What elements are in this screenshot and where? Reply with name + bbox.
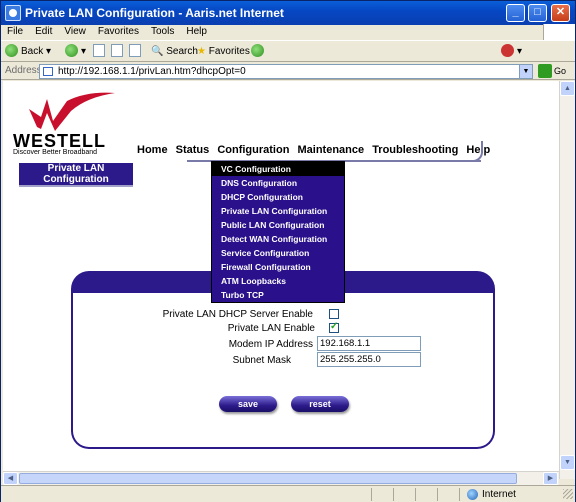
security-zone: Internet [482,489,516,500]
dhcp-enable-checkbox[interactable] [329,309,339,319]
scroll-up-icon[interactable]: ▲ [560,81,575,96]
home-button[interactable] [129,44,141,60]
modem-ip-input[interactable]: 192.168.1.1 [317,336,421,351]
status-separator [415,488,416,501]
menu-favorites[interactable]: Favorites [92,25,145,39]
nav-troubleshooting[interactable]: Troubleshooting [372,144,458,156]
maximize-button[interactable]: □ [528,4,547,22]
logo-tagline: Discover Better Broadband [13,149,98,156]
reset-button[interactable]: reset [291,396,349,412]
home-icon [129,44,141,57]
modem-ip-label: Modem IP Address [228,339,313,350]
browser-window: Private LAN Configuration - Aaris.net In… [0,0,576,502]
favorites-button[interactable]: ★ Favorites [197,44,250,60]
dropdown-item-dhcp[interactable]: DHCP Configuration [212,190,344,204]
title-bar: Private LAN Configuration - Aaris.net In… [1,1,575,25]
dropdown-item-turbo-tcp[interactable]: Turbo TCP [212,288,344,302]
windows-logo-icon [543,24,575,40]
resize-grip-icon[interactable] [563,489,573,499]
menu-tools[interactable]: Tools [145,25,180,39]
dropdown-item-service[interactable]: Service Configuration [212,246,344,260]
menu-edit[interactable]: Edit [29,25,58,39]
history-button[interactable] [251,44,267,60]
search-label: Search [166,46,198,57]
messenger-icon [501,44,514,57]
subnet-mask-input[interactable]: 255.255.255.0 [317,352,421,367]
back-button[interactable]: Back ▾ [5,44,51,60]
status-separator [393,488,394,501]
address-input[interactable]: http://192.168.1.1/privLan.htm?dhcpOpt=0… [39,64,533,79]
dropdown-item-public-lan[interactable]: Public LAN Configuration [212,218,344,232]
address-dropdown-icon[interactable]: ▼ [519,65,532,78]
westell-logo: WESTELL Discover Better Broadband [7,87,127,157]
minimize-button[interactable]: _ [506,4,525,22]
sidebar-divider [19,185,133,187]
toolbar: Back ▾ ▾ 🔍 Search ★ Favorites ▾ [1,40,575,62]
go-button[interactable]: Go [554,66,566,76]
globe-icon [467,489,478,500]
menu-bar: File Edit View Favorites Tools Help [1,24,575,40]
nav-maintenance[interactable]: Maintenance [297,144,364,156]
search-icon: 🔍 [151,46,164,57]
dhcp-enable-label: Private LAN DHCP Server Enable [162,309,313,320]
history-icon [251,44,264,57]
search-button[interactable]: 🔍 Search [151,44,198,60]
menu-view[interactable]: View [58,25,92,39]
close-button[interactable]: ✕ [551,4,570,22]
status-separator [459,488,460,501]
ie-icon [5,5,21,21]
lan-enable-checkbox[interactable] [329,321,339,333]
horizontal-scroll-thumb[interactable] [19,473,517,484]
page-viewport: WESTELL Discover Better Broadband Home S… [3,81,559,479]
go-icon[interactable] [538,64,552,78]
refresh-icon [111,44,123,57]
nav-curve [467,141,483,162]
save-button[interactable]: save [219,396,277,412]
stop-icon [93,44,105,57]
status-separator [371,488,372,501]
scroll-down-icon[interactable]: ▼ [560,455,575,470]
page-icon [43,67,53,76]
dropdown-item-detect-wan[interactable]: Detect WAN Configuration [212,232,344,246]
main-nav: Home Status Configuration Maintenance Tr… [137,144,495,156]
lan-enable-label: Private LAN Enable [227,323,315,334]
nav-status[interactable]: Status [176,144,210,156]
address-label: Address [5,65,42,76]
address-url: http://192.168.1.1/privLan.htm?dhcpOpt=0 [58,66,246,77]
scroll-left-icon[interactable]: ◀ [3,472,18,485]
back-label: Back [21,46,44,57]
horizontal-scrollbar[interactable]: ◀ ▶ [3,471,559,485]
forward-button[interactable]: ▾ [65,44,86,60]
forward-arrow-icon [65,44,78,57]
configuration-dropdown: VC Configuration DNS Configuration DHCP … [211,161,345,303]
messenger-button[interactable]: ▾ [501,44,522,60]
menu-file[interactable]: File [1,25,29,39]
dropdown-item-atm-loopbacks[interactable]: ATM Loopbacks [212,274,344,288]
subnet-mask-label: Subnet Mask [232,355,291,366]
dropdown-item-private-lan[interactable]: Private LAN Configuration [212,204,344,218]
status-separator [437,488,438,501]
favorites-label: Favorites [208,46,250,57]
nav-configuration[interactable]: Configuration [217,144,289,156]
dropdown-item-vc[interactable]: VC Configuration [212,162,344,176]
status-bar: Internet [1,485,575,502]
vertical-scrollbar[interactable]: ▲ ▼ [559,81,575,479]
star-icon: ★ [197,46,206,57]
refresh-button[interactable] [111,44,123,60]
address-bar: Address http://192.168.1.1/privLan.htm?d… [1,63,575,80]
back-arrow-icon [5,44,18,57]
westell-swoosh-icon [29,92,115,131]
sidebar-title-text: Private LAN Configuration [43,163,109,185]
dropdown-item-firewall[interactable]: Firewall Configuration [212,260,344,274]
stop-button[interactable] [93,44,105,60]
sidebar-title: Private LAN Configuration [19,163,133,185]
window-title: Private LAN Configuration - Aaris.net In… [25,6,284,20]
nav-home[interactable]: Home [137,144,168,156]
menu-help[interactable]: Help [180,25,213,39]
scroll-right-icon[interactable]: ▶ [543,472,558,485]
dropdown-item-dns[interactable]: DNS Configuration [212,176,344,190]
